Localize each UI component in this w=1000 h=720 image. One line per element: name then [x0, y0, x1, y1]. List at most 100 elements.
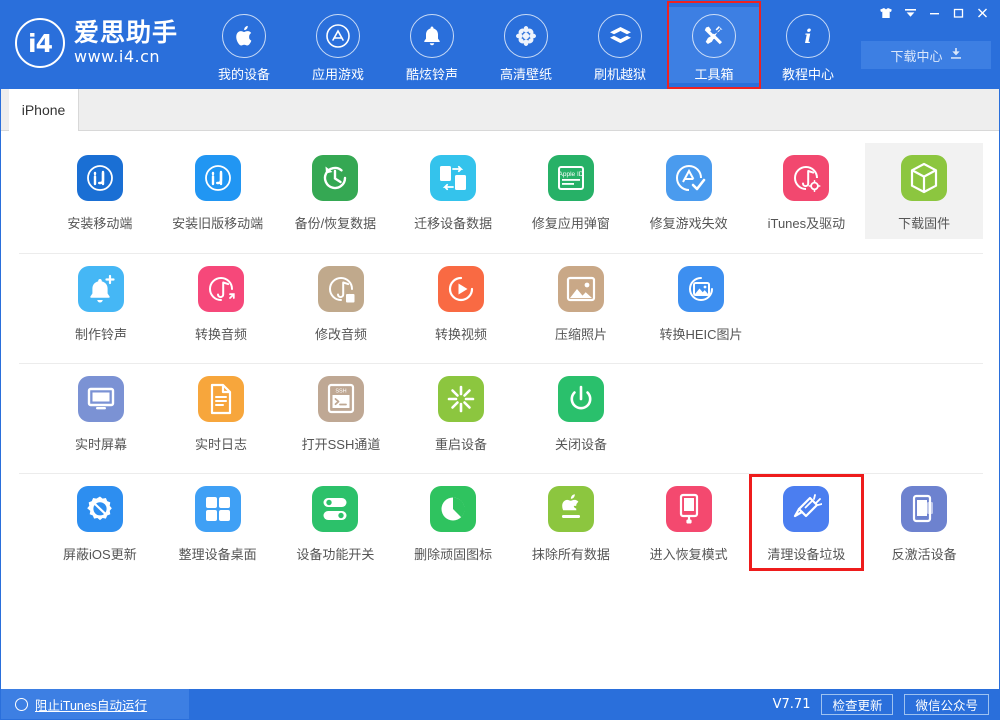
wechat-button[interactable]: 微信公众号: [904, 694, 989, 715]
tool-clean-device-junk[interactable]: 清理设备垃圾: [748, 474, 866, 570]
tool-live-screen[interactable]: 实时屏幕: [41, 364, 161, 460]
tool-label: 修复应用弹窗: [532, 213, 610, 232]
tool-edit-audio[interactable]: 自 修改音频: [281, 254, 401, 350]
block-itunes-toggle[interactable]: 阻止iTunes自动运行: [1, 689, 189, 719]
status-right-group: V7.71 检查更新 微信公众号: [773, 689, 989, 719]
power-icon: [558, 376, 604, 422]
tool-migrate-data[interactable]: 迁移设备数据: [394, 143, 512, 239]
cube-icon: [901, 155, 947, 201]
tool-compress-photo[interactable]: 压缩照片: [521, 254, 641, 350]
tool-convert-heic[interactable]: 转换HEIC图片: [641, 254, 761, 350]
tool-backup-restore[interactable]: 备份/恢复数据: [277, 143, 395, 239]
download-arrow-icon: [950, 47, 962, 63]
gear-block-icon: [77, 486, 123, 532]
radio-icon[interactable]: [15, 698, 28, 711]
flower-icon: [504, 14, 548, 58]
app-header: i4 爱思助手 www.i4.cn 我的设备: [1, 1, 1000, 89]
tool-install-legacy-client[interactable]: 安装旧版移动端: [159, 143, 277, 239]
nav-label: 酷炫铃声: [406, 64, 458, 83]
tool-fix-app-popup[interactable]: Apple ID 修复应用弹窗: [512, 143, 630, 239]
tool-fix-game-failure[interactable]: 修复游戏失效: [630, 143, 748, 239]
main-nav: 我的设备 应用游戏 酷炫铃声: [197, 7, 855, 83]
tool-erase-all-data[interactable]: 抹除所有数据: [512, 474, 630, 570]
tab-label: iPhone: [22, 102, 66, 118]
i4-dark-icon: [77, 155, 123, 201]
tool-label: 进入恢复模式: [650, 544, 728, 563]
nav-label: 我的设备: [218, 64, 270, 83]
tool-device-feature-switch[interactable]: 设备功能开关: [277, 474, 395, 570]
device-deactivate-icon: [901, 486, 947, 532]
brand-title: 爱思助手: [74, 21, 178, 46]
tool-label: 抹除所有数据: [532, 544, 610, 563]
grid-icon: [195, 486, 241, 532]
tool-shutdown-device[interactable]: 关闭设备: [521, 364, 641, 460]
document-icon: [198, 376, 244, 422]
nav-label: 教程中心: [782, 64, 834, 83]
check-update-button[interactable]: 检查更新: [821, 694, 893, 715]
nav-item-tutorials[interactable]: i 教程中心: [761, 7, 855, 83]
tool-download-firmware[interactable]: 下载固件: [865, 143, 983, 239]
tool-row: 实时屏幕 实时日志 SSH: [19, 363, 983, 473]
nav-label: 高清壁纸: [500, 64, 552, 83]
tool-live-log[interactable]: 实时日志: [161, 364, 281, 460]
tool-block-ios-update[interactable]: 屏蔽iOS更新: [41, 474, 159, 570]
tool-label: 迁移设备数据: [414, 213, 492, 232]
download-center-button[interactable]: 下载中心: [861, 41, 991, 69]
tool-row: 制作铃声 转换音频 自: [19, 253, 983, 363]
nav-item-wallpapers[interactable]: 高清壁纸: [479, 7, 573, 83]
nav-item-apps-games[interactable]: 应用游戏: [291, 7, 385, 83]
tool-label: 关闭设备: [555, 434, 607, 453]
restore-icon: [312, 155, 358, 201]
tab-iphone[interactable]: iPhone: [9, 89, 79, 131]
nav-item-flash-jailbreak[interactable]: 刷机越狱: [573, 7, 667, 83]
appstore-icon: [316, 14, 360, 58]
nav-item-toolbox[interactable]: 工具箱: [667, 7, 761, 83]
maximize-icon[interactable]: [947, 3, 969, 23]
pie-icon: [430, 486, 476, 532]
nav-item-ringtones[interactable]: 酷炫铃声: [385, 7, 479, 83]
status-bar: 阻止iTunes自动运行 V7.71 检查更新 微信公众号: [1, 689, 1000, 719]
nav-label: 工具箱: [694, 64, 733, 83]
toggles-icon: [312, 486, 358, 532]
nav-item-my-device[interactable]: 我的设备: [197, 7, 291, 83]
tool-label: 转换视频: [435, 324, 487, 343]
tool-organize-desktop[interactable]: 整理设备桌面: [159, 474, 277, 570]
close-icon[interactable]: [971, 3, 993, 23]
skin-icon[interactable]: [875, 3, 897, 23]
version-label: V7.71: [773, 697, 811, 712]
tool-label: 清理设备垃圾: [767, 544, 845, 563]
tool-remove-stubborn-icons[interactable]: 删除顽固图标: [394, 474, 512, 570]
tool-label: 重启设备: [435, 434, 487, 453]
tool-label: 安装移动端: [67, 213, 132, 232]
tool-row: 屏蔽iOS更新 整理设备桌面: [19, 473, 983, 583]
tool-make-ringtone[interactable]: 制作铃声: [41, 254, 161, 350]
music-note-icon: [198, 266, 244, 312]
tool-install-mobile-client[interactable]: 安装移动端: [41, 143, 159, 239]
appleid-card-icon: Apple ID: [548, 155, 594, 201]
tool-convert-audio[interactable]: 转换音频: [161, 254, 281, 350]
bell-plus-icon: [78, 266, 124, 312]
tool-restart-device[interactable]: 重启设备: [401, 364, 521, 460]
window-controls: [875, 3, 993, 23]
tool-convert-video[interactable]: 转换视频: [401, 254, 521, 350]
brand-logo[interactable]: i4 爱思助手 www.i4.cn: [15, 18, 178, 68]
box-open-icon: [598, 14, 642, 58]
nav-label: 应用游戏: [312, 64, 364, 83]
tool-label: 制作铃声: [75, 324, 127, 343]
toolbox-content: 安装移动端 安装旧版移动端: [1, 131, 1000, 691]
tool-label: 屏蔽iOS更新: [63, 544, 137, 563]
tool-enter-recovery-mode[interactable]: 进入恢复模式: [630, 474, 748, 570]
photo-icon: [558, 266, 604, 312]
tool-deactivate-device[interactable]: 反激活设备: [865, 474, 983, 570]
bell-icon: [410, 14, 454, 58]
chevron-down-icon[interactable]: [899, 3, 921, 23]
minimize-icon[interactable]: [923, 3, 945, 23]
restart-burst-icon: [438, 376, 484, 422]
tool-itunes-drivers[interactable]: iTunes及驱动: [748, 143, 866, 239]
tool-open-ssh[interactable]: SSH 打开SSH通道: [281, 364, 401, 460]
itunes-icon: [783, 155, 829, 201]
tool-label: 修复游戏失效: [650, 213, 728, 232]
tool-label: 安装旧版移动端: [172, 213, 263, 232]
i4-light-icon: [195, 155, 241, 201]
appstore-check-icon: [666, 155, 712, 201]
